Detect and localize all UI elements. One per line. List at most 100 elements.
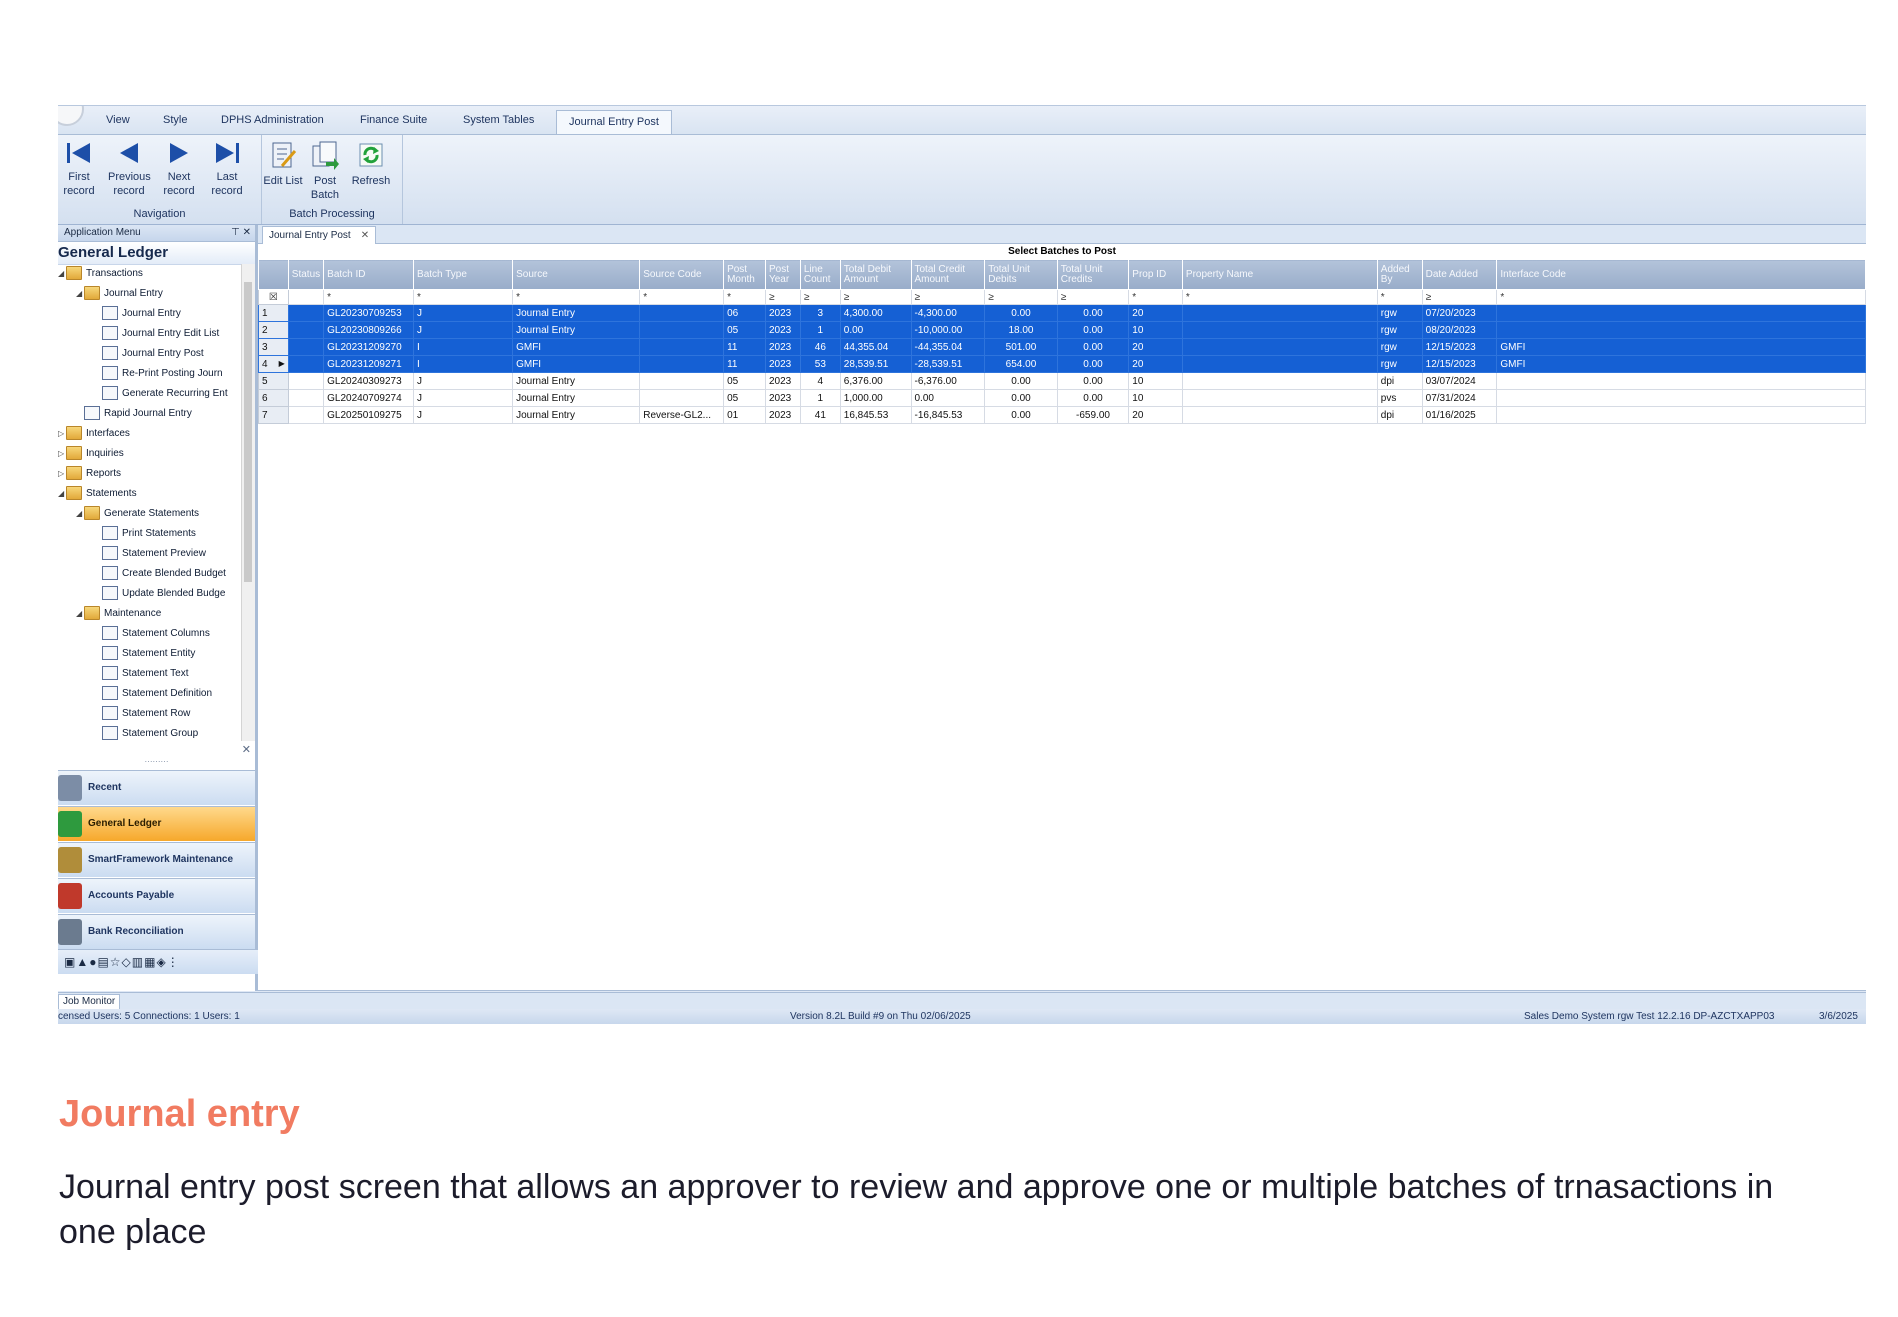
table-cell[interactable] <box>1496 304 1866 322</box>
app-orb-button[interactable] <box>58 106 84 126</box>
tree-item[interactable]: Generate Recurring Ent <box>102 385 228 403</box>
tab-view[interactable]: View <box>106 114 130 126</box>
tree-item[interactable]: ▷ Reports <box>58 465 121 483</box>
table-cell[interactable]: 03/07/2024 <box>1421 372 1498 390</box>
tree-item[interactable]: ▷ Interfaces <box>58 425 130 443</box>
tree-item[interactable]: Statement Definition <box>102 685 212 703</box>
first-record-button[interactable]: First record <box>58 140 100 198</box>
table-cell[interactable]: 6,376.00 <box>839 372 912 390</box>
table-cell[interactable]: J <box>413 406 514 424</box>
filter-cell[interactable]: ≥ <box>839 289 912 305</box>
collapse-arrow-icon[interactable]: ◢ <box>76 505 82 523</box>
table-cell[interactable]: Journal Entry <box>512 372 641 390</box>
table-cell[interactable]: 1,000.00 <box>839 389 912 407</box>
table-cell[interactable]: 07/20/2023 <box>1421 304 1498 322</box>
table-cell[interactable]: GL20240709274 <box>323 389 415 407</box>
table-cell[interactable]: 16,845.53 <box>839 406 912 424</box>
table-cell[interactable] <box>1496 406 1866 424</box>
column-header[interactable]: Batch ID <box>323 259 415 290</box>
splitter-grip[interactable]: ········· <box>58 757 255 767</box>
table-cell[interactable]: 20 <box>1128 338 1183 356</box>
table-cell[interactable]: I <box>413 355 514 373</box>
table-cell[interactable]: Journal Entry <box>512 389 641 407</box>
collapse-arrow-icon[interactable]: ◢ <box>58 485 64 503</box>
table-cell[interactable]: 0.00 <box>1056 389 1130 407</box>
tree-item[interactable]: Statement Group <box>102 725 198 742</box>
tree-item[interactable]: Journal Entry Post <box>102 345 204 363</box>
table-cell[interactable]: GMFI <box>1496 355 1866 373</box>
tree-item[interactable]: Rapid Journal Entry <box>84 405 192 423</box>
table-cell[interactable]: 0.00 <box>1056 355 1130 373</box>
column-header[interactable]: Interface Code <box>1496 259 1866 290</box>
table-cell[interactable] <box>287 355 325 373</box>
table-cell[interactable]: 10 <box>1128 389 1183 407</box>
tree-item[interactable]: ◢ Maintenance <box>76 605 161 623</box>
tree-item[interactable]: Re-Print Posting Journ <box>102 365 223 383</box>
table-row[interactable]: 5 GL20240309273 J Journal Entry 05 2023 4 6,376… <box>258 372 1866 390</box>
table-row[interactable]: 4 ▶ GL20231209271 I GMFI 11 2023 53 28,539.51 -2… <box>258 355 1866 373</box>
column-header[interactable]: Line Count <box>799 259 841 290</box>
table-cell[interactable]: Journal Entry <box>512 321 641 339</box>
edit-list-button[interactable]: Edit List <box>262 140 304 188</box>
table-cell[interactable]: GL20231209271 <box>323 355 415 373</box>
table-cell[interactable]: J <box>413 372 514 390</box>
table-cell[interactable]: 01 <box>723 406 766 424</box>
table-cell[interactable] <box>1496 321 1866 339</box>
column-header[interactable]: Property Name <box>1181 259 1378 290</box>
expand-arrow-icon[interactable]: ▷ <box>58 465 64 483</box>
table-cell[interactable]: 3 <box>799 304 841 322</box>
table-cell[interactable]: 501.00 <box>984 338 1058 356</box>
filter-cell[interactable]: ≥ <box>910 289 986 305</box>
collapse-arrow-icon[interactable]: ◢ <box>76 285 82 303</box>
filter-cell[interactable]: ≥ <box>799 289 841 305</box>
table-cell[interactable]: dpi <box>1376 372 1423 390</box>
table-cell[interactable]: 2023 <box>764 304 801 322</box>
filter-toggle-icon[interactable]: ☒ <box>258 289 289 305</box>
table-cell[interactable]: 06 <box>723 304 766 322</box>
collapse-arrow-icon[interactable]: ◢ <box>76 605 82 623</box>
job-monitor-tab[interactable]: Job Monitor <box>58 994 121 1010</box>
column-header[interactable]: Date Added <box>1421 259 1498 290</box>
tree-item[interactable]: Statement Columns <box>102 625 210 643</box>
nav-button[interactable]: SmartFramework Maintenance <box>58 842 255 877</box>
table-cell[interactable]: rgw <box>1376 321 1423 339</box>
tree-item[interactable]: Statement Preview <box>102 545 206 563</box>
table-cell[interactable]: J <box>413 389 514 407</box>
table-cell[interactable]: GL20230709253 <box>323 304 415 322</box>
table-cell[interactable] <box>1181 338 1378 356</box>
table-cell[interactable]: -659.00 <box>1056 406 1130 424</box>
nav-button[interactable]: Accounts Payable <box>58 878 255 913</box>
tab-finance-suite[interactable]: Finance Suite <box>360 114 427 126</box>
table-cell[interactable]: 654.00 <box>984 355 1058 373</box>
table-cell[interactable] <box>287 406 325 424</box>
filter-cell[interactable]: * <box>723 289 766 305</box>
table-cell[interactable] <box>1496 372 1866 390</box>
nav-button[interactable]: Bank Reconciliation <box>58 914 255 949</box>
table-cell[interactable]: 0.00 <box>984 406 1058 424</box>
table-cell[interactable]: 0.00 <box>839 321 912 339</box>
filter-cell[interactable]: ≥ <box>764 289 801 305</box>
filter-cell[interactable]: * <box>413 289 514 305</box>
shortcut-icon-strip[interactable]: ▣▲●▤☆◇▥▦◈⋮ <box>58 949 261 974</box>
document-tab-journal-entry-post[interactable]: Journal Entry Post ✕ <box>262 226 377 244</box>
column-header[interactable]: Batch Type <box>413 259 514 290</box>
table-cell[interactable] <box>639 355 725 373</box>
tree-item[interactable]: ◢ Journal Entry <box>76 285 163 303</box>
tree-item[interactable]: Journal Entry <box>102 305 181 323</box>
table-cell[interactable] <box>1181 355 1378 373</box>
table-cell[interactable] <box>287 304 325 322</box>
row-number[interactable]: 4 ▶ <box>258 355 289 373</box>
tree-item[interactable]: ◢ Transactions <box>58 265 143 283</box>
table-cell[interactable]: J <box>413 304 514 322</box>
table-cell[interactable]: GMFI <box>512 355 641 373</box>
table-cell[interactable] <box>639 338 725 356</box>
table-cell[interactable] <box>287 372 325 390</box>
table-cell[interactable]: 4 <box>799 372 841 390</box>
table-cell[interactable] <box>287 338 325 356</box>
table-cell[interactable]: 05 <box>723 372 766 390</box>
table-row[interactable]: 3 GL20231209270 I GMFI 11 2023 46 44,355.04 -44,… <box>258 338 1866 356</box>
tree-item[interactable]: ◢ Generate Statements <box>76 505 199 523</box>
close-icon[interactable]: ✕ <box>242 743 251 756</box>
filter-cell[interactable]: * <box>1181 289 1378 305</box>
tab-system-tables[interactable]: System Tables <box>463 114 534 126</box>
